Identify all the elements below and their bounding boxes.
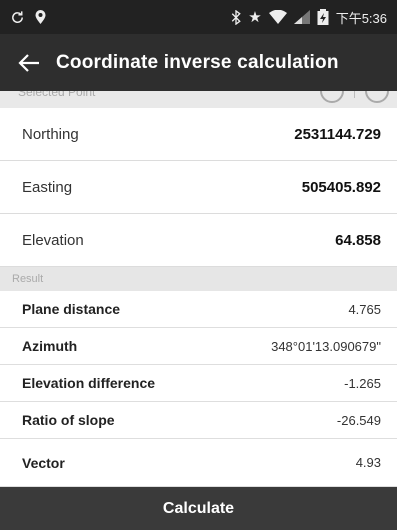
status-right-icons: ★ 下午5:36 [231,8,387,27]
azimuth-label: Azimuth [22,338,78,354]
easting-label: Easting [22,178,73,196]
easting-row[interactable]: Easting 505405.892 [0,161,397,214]
elevation-label: Elevation [22,231,84,249]
bluetooth-icon [232,9,241,25]
azimuth-value: 348°01'13.090679" [271,338,381,354]
plane-distance-label: Plane distance [22,301,121,317]
result-header-label: Result [12,273,44,285]
plane-distance-value: 4.765 [348,301,381,317]
arrow-left-icon [18,53,39,72]
northing-label: Northing [22,125,79,143]
selected-point-section: Selected Point [0,91,397,108]
selected-point-icons [320,91,389,103]
app-bar: Coordinate inverse calculation [0,34,397,91]
elevation-difference-label: Elevation difference [22,375,156,391]
locate-icon[interactable] [365,91,389,103]
star-icon: ★ [248,9,262,26]
azimuth-row: Azimuth 348°01'13.090679" [0,328,397,365]
northing-row[interactable]: Northing 2531144.729 [0,108,397,161]
status-time: 下午5:36 [335,10,387,26]
calculate-button[interactable]: Calculate [0,487,397,530]
signal-icon [293,10,310,24]
page-title: Coordinate inverse calculation [56,51,339,73]
back-button[interactable] [16,50,42,76]
vector-value: 4.93 [355,455,381,470]
elevation-value: 64.858 [335,231,381,249]
status-bar: ★ 下午5:36 [0,0,397,34]
easting-value: 505405.892 [301,178,381,196]
wifi-icon [268,10,287,24]
ratio-of-slope-label: Ratio of slope [22,412,115,428]
elevation-difference-row: Elevation difference -1.265 [0,365,397,402]
battery-icon [317,9,329,25]
icon-divider [354,91,355,98]
ratio-of-slope-value: -26.549 [336,412,381,428]
selected-point-label: Selected Point [18,91,96,99]
vector-label: Vector [22,454,65,471]
northing-value: 2531144.729 [294,125,381,143]
elevation-row[interactable]: Elevation 64.858 [0,214,397,267]
sync-icon [12,10,23,23]
plane-distance-row: Plane distance 4.765 [0,291,397,328]
status-left-icons [10,9,47,25]
result-section-header: Result [0,267,397,291]
download-icon[interactable] [320,91,344,103]
elevation-difference-value: -1.265 [344,375,381,391]
ratio-of-slope-row: Ratio of slope -26.549 [0,402,397,439]
vector-row: Vector 4.93 [0,439,397,487]
location-pin-icon [35,10,46,24]
